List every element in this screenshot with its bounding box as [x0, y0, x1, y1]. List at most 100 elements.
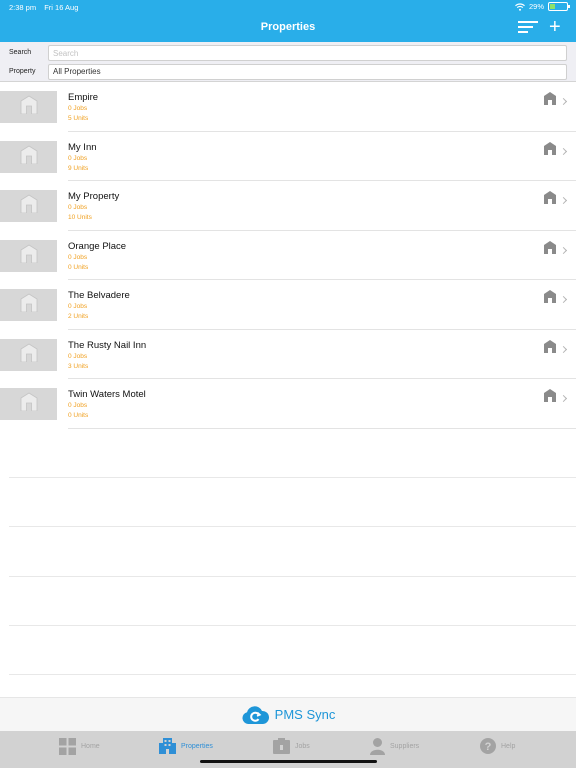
- property-thumbnail: [0, 91, 57, 123]
- page-title: Properties: [260, 21, 316, 33]
- battery-percent: 29%: [528, 2, 544, 11]
- search-label: Search: [9, 49, 32, 56]
- chevron-right-icon: [559, 345, 568, 353]
- status-bar: 2:38 pm Fri 16 Aug 29%: [0, 0, 576, 14]
- tab-label: Properties: [181, 742, 213, 750]
- brand-name: PMS Sync: [274, 707, 336, 722]
- property-row[interactable]: My Inn 0 Jobs 9 Units: [0, 132, 576, 181]
- property-name: My Inn: [68, 141, 97, 153]
- grid-icon: [59, 738, 76, 755]
- empty-row-separator: [9, 477, 576, 478]
- status-time: 2:38 pm: [9, 3, 37, 12]
- tab-label: Suppliers: [390, 743, 420, 750]
- property-units-count: 9 Units: [68, 164, 89, 172]
- chevron-right-icon: [559, 295, 568, 304]
- wifi-icon: [515, 2, 525, 11]
- chevron-right-icon: [559, 394, 568, 403]
- chevron-right-icon: [559, 147, 568, 155]
- property-jobs-count: 0 Jobs: [68, 204, 88, 211]
- house-placeholder-icon: [20, 145, 38, 169]
- tab-jobs[interactable]: Jobs: [273, 738, 310, 754]
- battery-level: [550, 4, 556, 9]
- tab-properties[interactable]: Properties: [159, 738, 213, 754]
- property-thumbnail: [0, 289, 57, 321]
- add-property-button[interactable]: +: [549, 17, 561, 37]
- svg-text:?: ?: [485, 741, 492, 753]
- tab-label: Home: [81, 743, 100, 750]
- empty-row-separator: [9, 576, 576, 577]
- property-name: The Rusty Nail Inn: [68, 339, 147, 351]
- property-jobs-count: 0 Jobs: [68, 402, 88, 409]
- building-icon: [544, 92, 556, 110]
- building-icon: [544, 339, 556, 358]
- tab-suppliers[interactable]: Suppliers: [370, 738, 419, 755]
- property-name: My Property: [68, 191, 120, 202]
- property-name: Orange Place: [68, 240, 127, 252]
- search-input[interactable]: [48, 45, 567, 61]
- house-placeholder-icon: [20, 343, 38, 367]
- status-date: Fri 16 Aug: [44, 3, 79, 12]
- property-jobs-count: 0 Jobs: [68, 154, 88, 162]
- house-placeholder-icon: [20, 194, 38, 218]
- chevron-right-icon: [559, 97, 568, 106]
- property-row[interactable]: The Belvadere 0 Jobs 2 Units: [0, 280, 576, 330]
- plus-icon: +: [549, 16, 561, 38]
- property-name: Empire: [68, 92, 99, 103]
- building-icon: [544, 240, 556, 259]
- filter-panel: Search Property All Properties: [0, 42, 576, 82]
- property-jobs-count: 0 Jobs: [68, 303, 88, 310]
- house-placeholder-icon: [20, 244, 38, 268]
- property-jobs-count: 0 Jobs: [68, 253, 88, 261]
- property-thumbnail: [0, 338, 57, 371]
- building-icon: [159, 738, 176, 754]
- brand-bar: PMS Sync: [0, 697, 576, 731]
- row-separator: [68, 427, 576, 429]
- chevron-right-icon: [559, 246, 568, 254]
- property-row[interactable]: Empire 0 Jobs 5 Units: [0, 82, 576, 132]
- person-icon: [370, 738, 385, 755]
- question-icon: ?: [480, 738, 496, 754]
- chevron-right-icon: [559, 196, 568, 205]
- property-units-count: 2 Units: [68, 313, 89, 320]
- property-jobs-count: 0 Jobs: [68, 105, 88, 112]
- tab-help[interactable]: ? Help: [480, 738, 515, 754]
- tab-label: Jobs: [295, 742, 310, 750]
- empty-row-separator: [9, 526, 576, 527]
- property-thumbnail: [0, 140, 57, 173]
- house-placeholder-icon: [20, 392, 38, 416]
- property-row[interactable]: The Rusty Nail Inn 0 Jobs 3 Units: [0, 330, 576, 379]
- empty-row-separator: [9, 674, 576, 675]
- property-thumbnail: [0, 388, 57, 420]
- property-name: Twin Waters Motel: [68, 389, 146, 400]
- sort-button[interactable]: [518, 21, 540, 35]
- property-units-count: 5 Units: [68, 115, 89, 122]
- property-units-count: 0 Units: [68, 263, 89, 271]
- property-jobs-count: 0 Jobs: [68, 352, 88, 360]
- clipboard-icon: [273, 738, 290, 754]
- building-icon: [544, 141, 556, 160]
- nav-bar: Properties +: [0, 14, 576, 42]
- property-units-count: 0 Units: [68, 412, 89, 419]
- property-row[interactable]: Orange Place 0 Jobs 0 Units: [0, 231, 576, 280]
- property-list: Empire 0 Jobs 5 Units My Inn 0 Jobs 9 Units My…: [0, 82, 576, 429]
- property-label: Property: [9, 68, 36, 75]
- property-thumbnail: [0, 190, 57, 222]
- house-placeholder-icon: [20, 95, 38, 119]
- property-select[interactable]: All Properties: [48, 64, 567, 80]
- sort-lines-icon: [518, 21, 538, 23]
- battery-icon: [548, 2, 570, 11]
- empty-row-separator: [9, 625, 576, 626]
- property-units-count: 3 Units: [68, 362, 89, 370]
- property-units-count: 10 Units: [68, 214, 92, 221]
- building-icon: [544, 389, 556, 407]
- tab-home[interactable]: Home: [59, 738, 100, 755]
- building-icon: [544, 191, 556, 209]
- tab-label: Help: [501, 742, 516, 750]
- property-thumbnail: [0, 239, 57, 272]
- property-row[interactable]: Twin Waters Motel 0 Jobs 0 Units: [0, 379, 576, 429]
- property-row[interactable]: My Property 0 Jobs 10 Units: [0, 181, 576, 231]
- building-icon: [544, 290, 556, 308]
- home-indicator: [200, 760, 377, 763]
- house-placeholder-icon: [20, 293, 38, 317]
- cloud-sync-logo: [242, 705, 269, 724]
